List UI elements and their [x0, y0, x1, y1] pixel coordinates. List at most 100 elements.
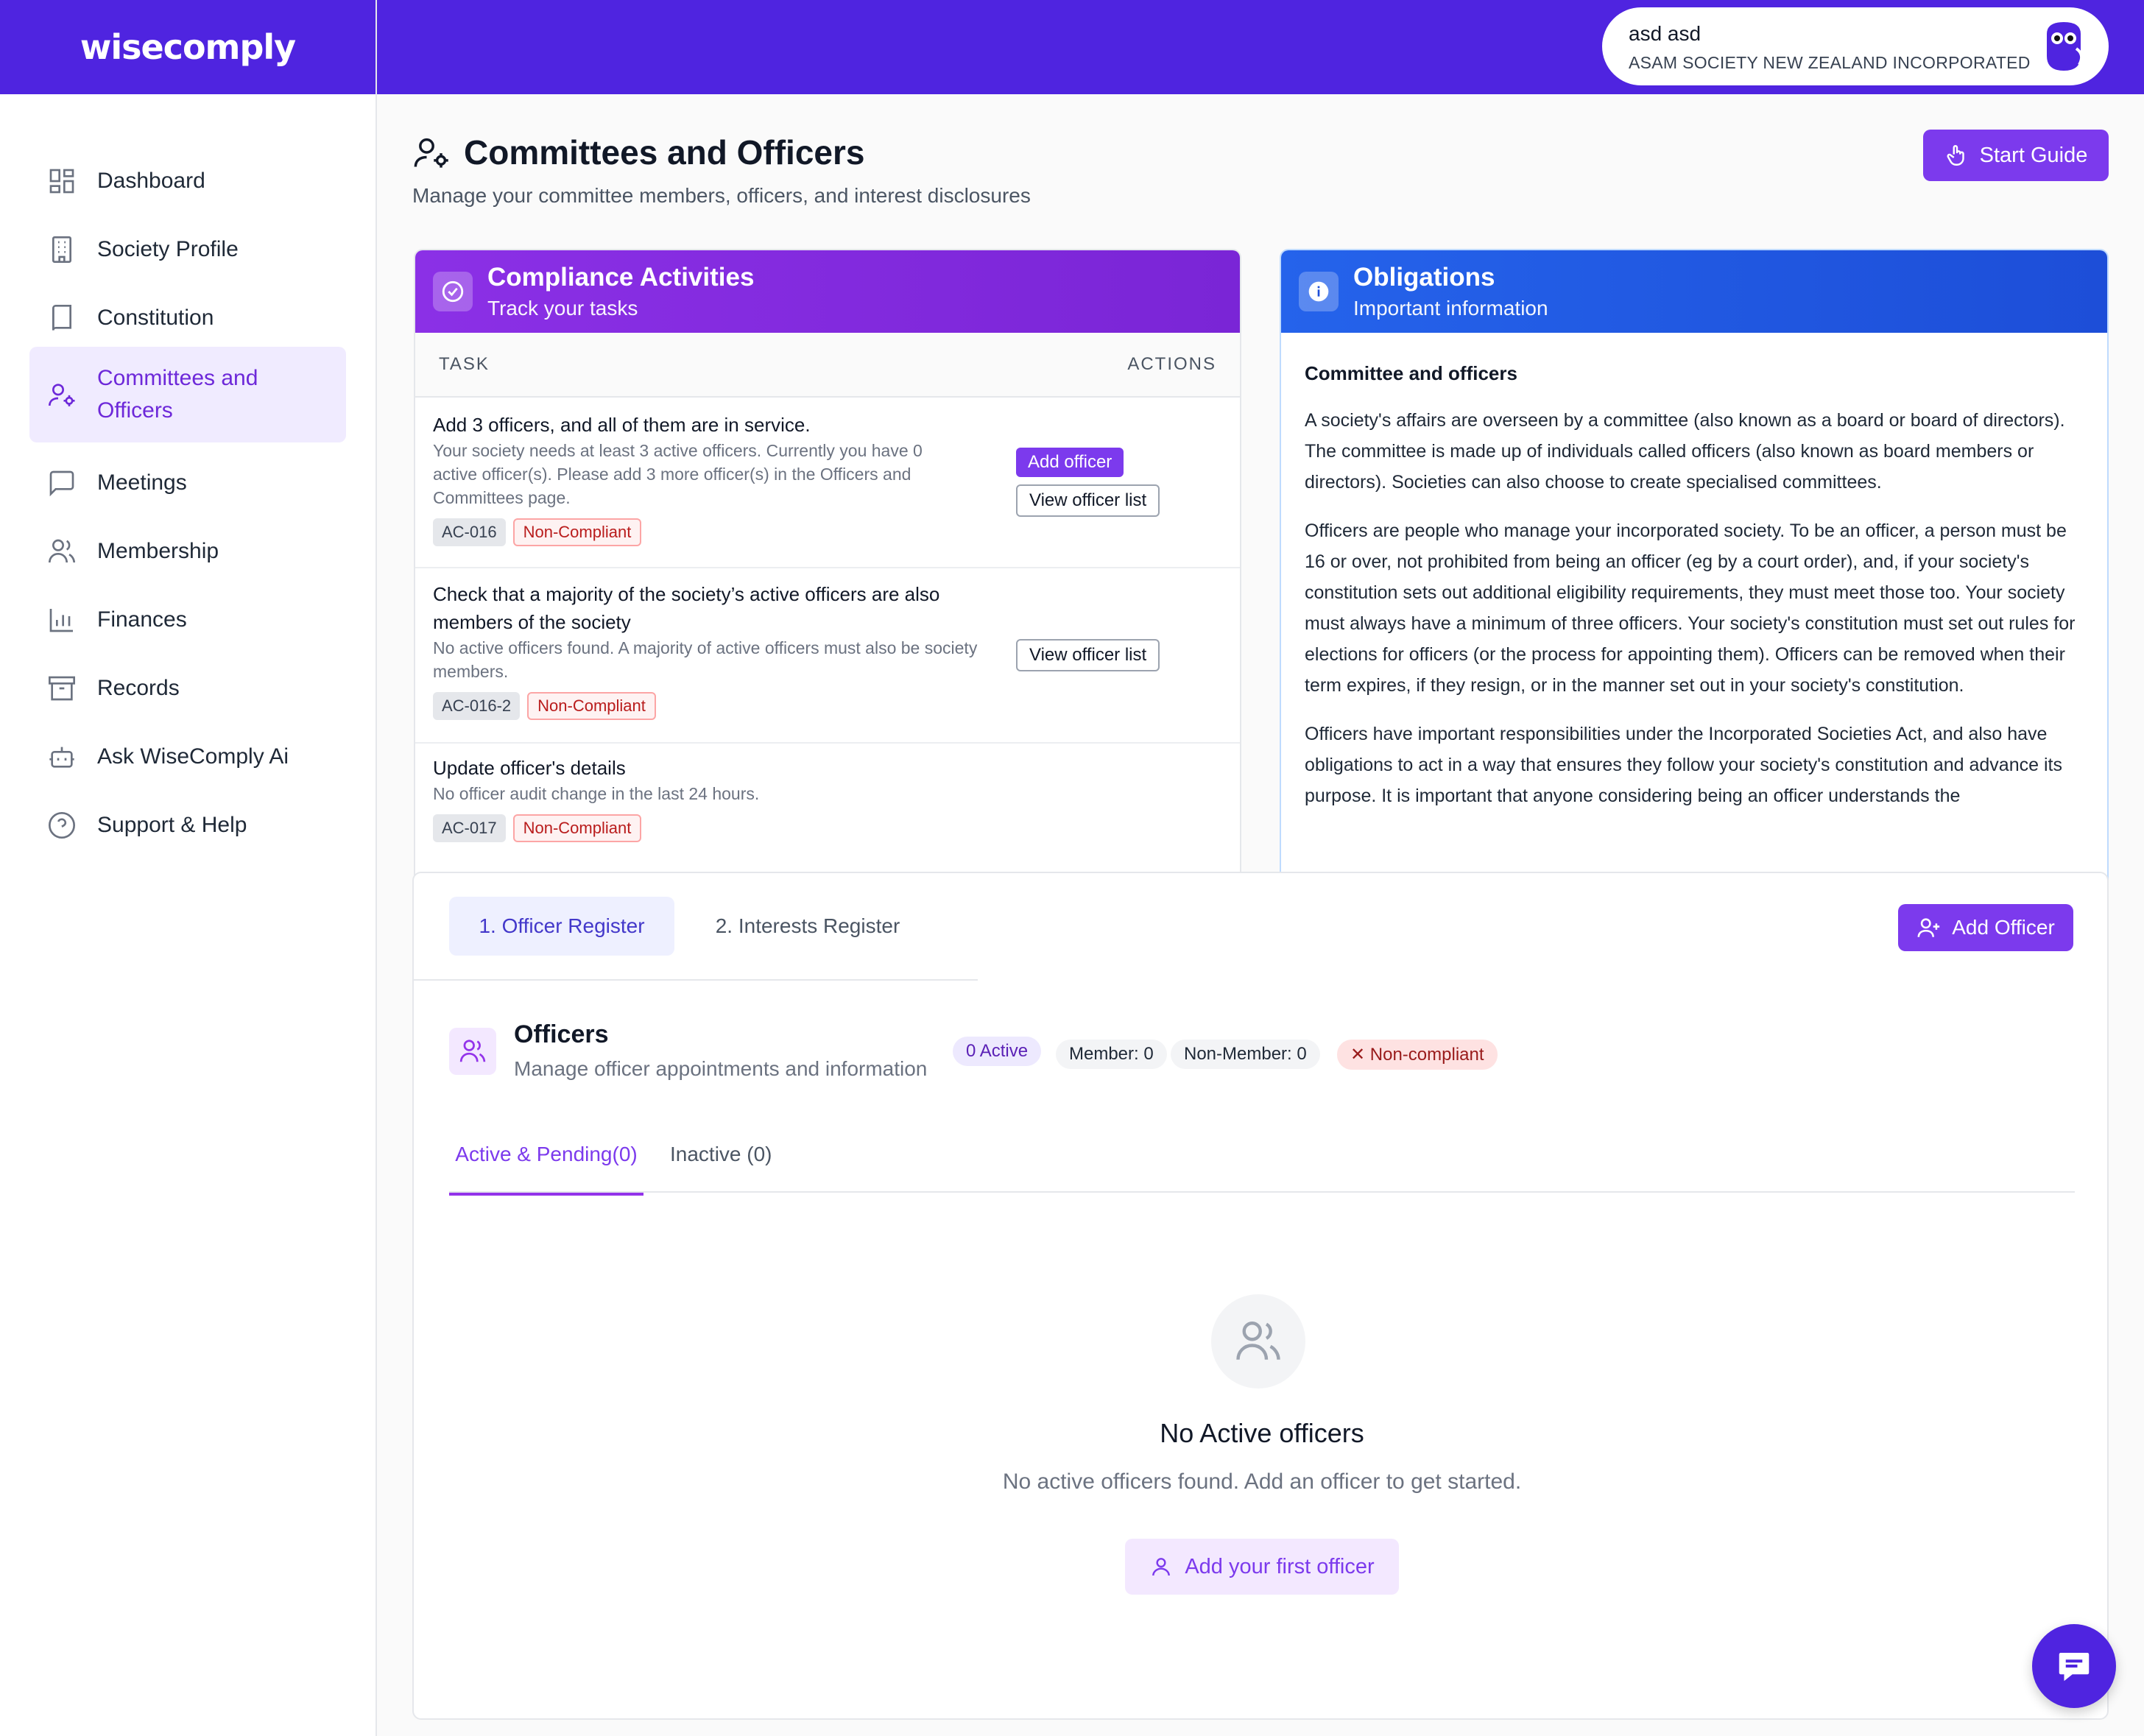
obligations-paragraph: Officers are people who manage your inco…	[1305, 521, 2076, 696]
building-icon	[52, 236, 71, 263]
sidebar-item-finances[interactable]: Finances	[29, 592, 346, 648]
top-bar: wisecomply asd asd ASAM SOCIETY NEW ZEAL…	[0, 0, 2144, 94]
book-icon	[52, 305, 71, 331]
bot-icon	[49, 747, 74, 768]
hand-pointer-icon	[1947, 145, 1964, 166]
sidebar-item-meetings[interactable]: Meetings	[29, 455, 346, 511]
view-officer-list-button[interactable]: View officer list	[1016, 484, 1160, 517]
page-subtitle: Manage your committee members, officers,…	[412, 184, 1031, 207]
non-compliant-badge: ✕ Non-compliant	[1337, 1040, 1498, 1070]
status-badge: Non-Compliant	[512, 814, 642, 842]
message-icon	[49, 470, 74, 497]
users-icon	[449, 1028, 496, 1075]
task-code: AC-017	[433, 814, 506, 842]
sidebar-item-records[interactable]: Records	[29, 660, 346, 716]
users-icon	[1211, 1294, 1305, 1389]
tab-active-pending[interactable]: Active & Pending(0)	[449, 1143, 643, 1196]
subtabs-divider	[449, 1191, 2075, 1193]
sidebar-item-label: Ask WiseComply Ai	[97, 744, 289, 769]
sidebar-item-label: Membership	[97, 539, 219, 563]
compliance-card: Compliance Activities Track your tasks T…	[414, 249, 1241, 931]
obligations-paragraph: Officers have important responsibilities…	[1305, 724, 2062, 806]
table-header: TASK ACTIONS	[415, 333, 1240, 398]
help-circle-icon	[49, 812, 75, 839]
obligations-header: Obligations Important information	[1281, 250, 2107, 333]
active-count-badge: 0 Active	[953, 1037, 1042, 1066]
add-officer-label: Add Officer	[1952, 916, 2055, 939]
col-actions: ACTIONS	[1127, 354, 1216, 374]
dashboard-icon	[49, 169, 74, 194]
add-first-officer-label: Add your first officer	[1185, 1554, 1375, 1578]
task-title: Update officer's details	[433, 757, 626, 779]
users-icon	[49, 539, 75, 563]
tab-interests-register[interactable]: 2. Interests Register	[701, 897, 914, 956]
user-gear-icon	[49, 384, 75, 406]
sidebar-item-membership[interactable]: Membership	[29, 523, 346, 579]
logo-area[interactable]: wisecomply	[0, 0, 377, 94]
info-icon	[1299, 272, 1339, 311]
sidebar-item-constitution[interactable]: Constitution	[29, 290, 346, 346]
add-officer-button[interactable]: Add officer	[1016, 448, 1124, 477]
register-card: 1. Officer Register 2. Interests Registe…	[412, 872, 2109, 1720]
user-org: ASAM SOCIETY NEW ZEALAND INCORPORATED	[1629, 53, 2031, 72]
obligations-title: Obligations	[1353, 263, 1495, 292]
tab-inactive[interactable]: Inactive (0)	[670, 1143, 772, 1166]
page-title: Committees and Officers	[412, 133, 864, 172]
sidebar-item-support[interactable]: Support & Help	[29, 797, 346, 853]
sidebar-item-ask-ai[interactable]: Ask WiseComply Ai	[29, 729, 346, 785]
compliance-title: Compliance Activities	[487, 263, 755, 292]
col-task: TASK	[439, 354, 490, 374]
chat-icon	[2059, 1653, 2090, 1682]
obligations-heading: Committee and officers	[1305, 362, 1517, 384]
user-menu[interactable]: asd asd ASAM SOCIETY NEW ZEALAND INCORPO…	[1602, 7, 2109, 85]
member-count-badge: Member: 0	[1056, 1040, 1167, 1069]
task-code: AC-016	[433, 518, 506, 546]
task-desc: No officer audit change in the last 24 h…	[433, 784, 760, 803]
sidebar-item-label: Records	[97, 676, 180, 700]
task-row: Add 3 officers, and all of them are in s…	[415, 398, 1240, 568]
obligations-paragraph: A society's affairs are overseen by a co…	[1305, 410, 2065, 493]
check-circle-icon	[433, 272, 473, 311]
officers-subtitle: Manage officer appointments and informat…	[514, 1057, 928, 1080]
user-name: asd asd	[1629, 22, 1702, 45]
page-title-text: Committees and Officers	[464, 133, 865, 172]
officers-title: Officers	[514, 1020, 609, 1048]
start-guide-label: Start Guide	[1979, 143, 2088, 167]
owl-avatar-icon	[2047, 22, 2084, 71]
task-desc: No active officers found. A majority of …	[433, 638, 978, 681]
start-guide-button[interactable]: Start Guide	[1923, 130, 2109, 181]
sidebar-item-society-profile[interactable]: Society Profile	[29, 222, 346, 278]
sidebar-item-label: Committees and Officers	[97, 366, 258, 423]
bar-chart-icon	[49, 609, 73, 632]
empty-title: No Active officers	[1160, 1418, 1364, 1448]
sidebar-item-label: Support & Help	[97, 813, 247, 837]
sidebar-item-committees[interactable]: Committees and Officers	[29, 347, 346, 442]
user-gear-icon	[414, 138, 448, 168]
compliance-header: Compliance Activities Track your tasks	[415, 250, 1240, 333]
chat-button[interactable]	[2032, 1624, 2116, 1708]
sidebar-item-dashboard[interactable]: Dashboard	[29, 153, 346, 209]
tab-officer-register[interactable]: 1. Officer Register	[449, 897, 674, 956]
obligations-body[interactable]: Committee and officers A society's affai…	[1281, 333, 2107, 929]
task-title: Add 3 officers, and all of them are in s…	[433, 414, 811, 436]
user-plus-icon	[1917, 918, 1940, 937]
main-content: Committees and Officers Manage your comm…	[377, 94, 2144, 1736]
sidebar-item-label: Meetings	[97, 470, 187, 495]
logo: wisecomply	[80, 27, 296, 67]
tabs-divider	[414, 979, 978, 981]
sidebar-item-label: Finances	[97, 607, 187, 632]
empty-description: No active officers found. Add an officer…	[1002, 1469, 1522, 1494]
obligations-card: Obligations Important information Commit…	[1280, 249, 2109, 931]
status-badge: Non-Compliant	[512, 518, 642, 546]
sidebar: Dashboard Society Profile Constitution C…	[0, 94, 377, 1736]
task-title: Check that a majority of the society’s a…	[433, 583, 940, 633]
obligations-subtitle: Important information	[1353, 297, 1548, 320]
task-code: AC-016-2	[433, 692, 521, 720]
add-first-officer-button[interactable]: Add your first officer	[1125, 1539, 1399, 1595]
status-badge: Non-Compliant	[527, 692, 656, 720]
add-officer-button[interactable]: Add Officer	[1898, 904, 2073, 951]
archive-icon	[49, 676, 75, 701]
compliance-subtitle: Track your tasks	[487, 297, 638, 320]
sidebar-item-label: Society Profile	[97, 237, 239, 261]
view-officer-list-button[interactable]: View officer list	[1016, 639, 1160, 671]
